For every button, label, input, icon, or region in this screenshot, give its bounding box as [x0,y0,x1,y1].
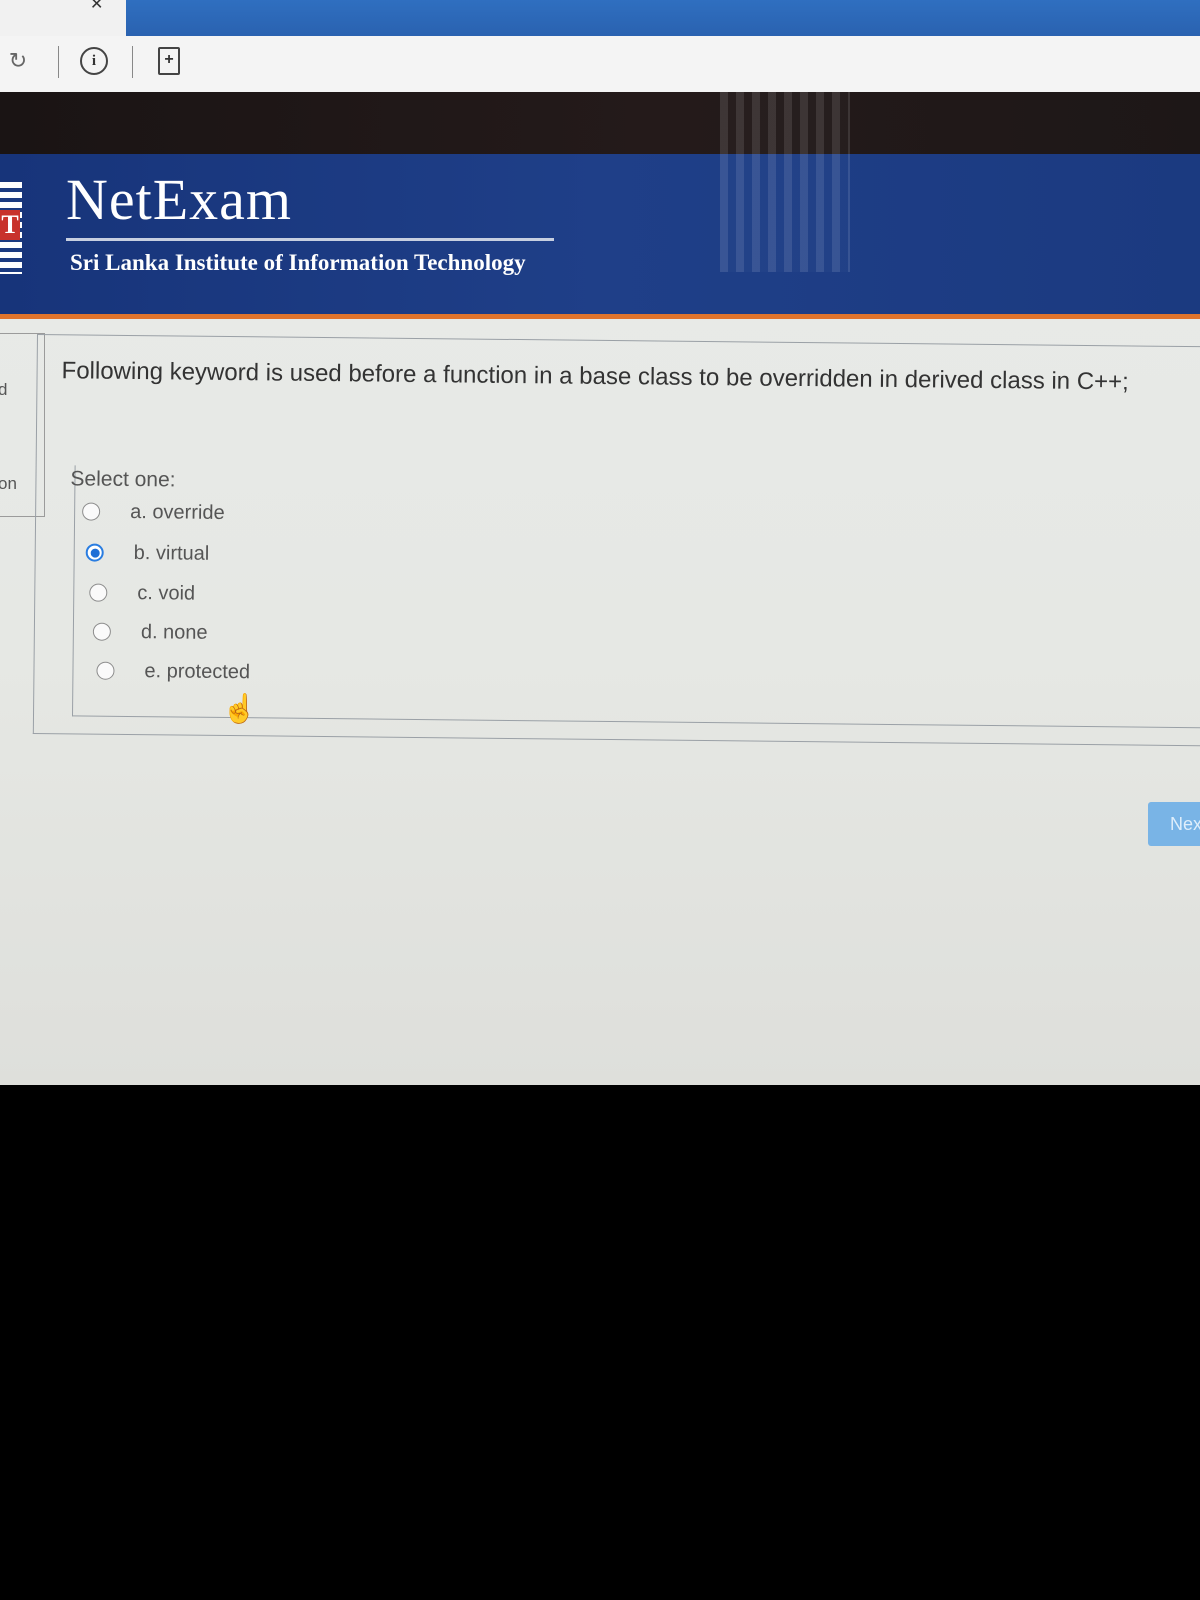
radio-c[interactable] [89,583,108,602]
select-prompt: Select one: [70,467,176,492]
radio-e[interactable] [96,661,115,680]
radio-d[interactable] [92,622,111,641]
option-a[interactable]: a. override [82,496,225,527]
header-decoration [720,92,850,272]
option-label: d. none [140,620,208,644]
browser-top: ✕ [0,0,1200,40]
brand-title: NetExam [66,167,293,232]
sidebar-fragment: on [0,474,17,493]
question-card: Following keyword is used before a funct… [32,334,1200,747]
next-button[interactable]: Nex [1148,802,1200,846]
screen: ✕ ↻ i + T NetExam Sri Lanka Institute of… [0,0,1200,1085]
option-e[interactable]: e. protected [96,656,250,688]
brand-subtitle: Sri Lanka Institute of Information Techn… [70,250,526,275]
radio-a[interactable] [82,502,101,521]
option-b[interactable]: b. virtual [85,538,210,569]
sidebar-fragment: d [0,380,8,399]
answer-box [71,465,1200,729]
browser-toolbar: ↻ i + [0,36,1200,93]
toolbar-separator [58,46,59,78]
radio-b[interactable] [85,543,104,562]
dark-banner [0,92,1200,154]
tab-strip [126,0,1200,36]
page-add-icon[interactable]: + [158,47,180,75]
site-header: T NetExam Sri Lanka Institute of Informa… [0,92,1200,319]
info-icon[interactable]: i [80,47,108,75]
option-d[interactable]: d. none [92,617,208,648]
question-text: Following keyword is used before a funct… [61,357,1129,396]
option-label: c. void [137,581,196,605]
tab-close-icon[interactable]: ✕ [90,0,103,14]
hand-cursor-icon: ☝ [222,693,257,724]
option-label: a. override [130,500,225,524]
toolbar-separator [132,46,133,78]
option-label: b. virtual [133,541,210,565]
option-c[interactable]: c. void [89,578,195,609]
option-label: e. protected [144,659,251,683]
brand-divider [66,238,554,241]
reload-icon[interactable]: ↻ [4,47,32,75]
logo-letter: T [0,210,20,240]
